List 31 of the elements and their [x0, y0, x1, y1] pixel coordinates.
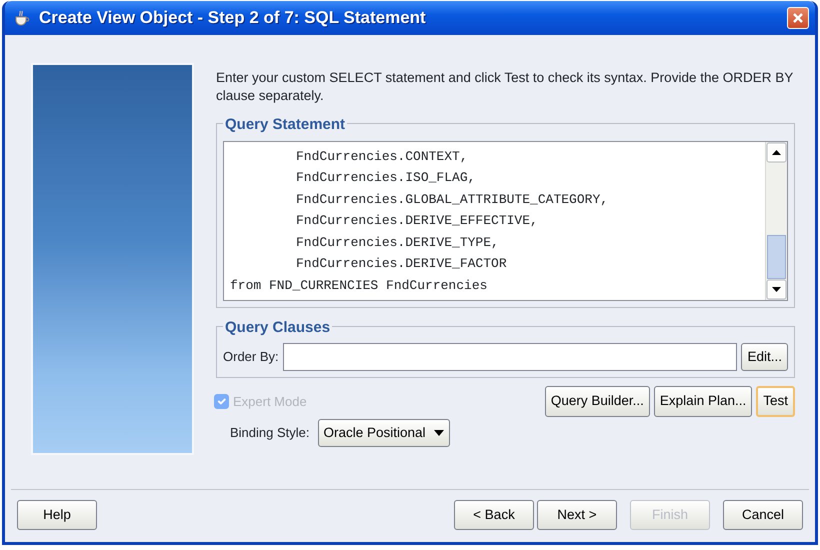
sql-line: FndCurrencies.DERIVE_FACTOR: [295, 255, 508, 273]
scroll-thumb[interactable]: [767, 234, 786, 278]
caret-icon[interactable]: [434, 430, 444, 436]
sql-line: FndCurrencies.DERIVE_EFFECTIVE,: [295, 212, 539, 230]
order-by-field[interactable]: [282, 343, 738, 372]
action-button[interactable]: Test: [756, 386, 795, 416]
scrollbar[interactable]: [765, 142, 787, 300]
edit-button[interactable]: Edit...: [741, 343, 788, 372]
action-button[interactable]: Query Builder...: [544, 386, 650, 416]
sql-line: FndCurrencies.GLOBAL_ATTRIBUTE_CATEGORY,: [295, 190, 610, 208]
sql-line: FndCurrencies.DERIVE_TYPE,: [295, 234, 500, 252]
action-button[interactable]: Explain Plan...: [654, 386, 752, 416]
binding-style-label: Binding Style:: [230, 424, 310, 442]
instruction-text: Enter your custom SELECT statement and click Test to check its syntax. Provide the ORDER BY clause separately.: [216, 69, 794, 105]
binding-style-dropdown[interactable]: Oracle Positional: [318, 418, 450, 447]
wizard-button[interactable]: Next >: [537, 500, 617, 530]
wizard-button[interactable]: < Back: [454, 500, 534, 530]
order-by-label: Order By:: [223, 348, 279, 366]
sql-line: FndCurrencies.CONTEXT,: [295, 148, 469, 166]
wizard-button[interactable]: Cancel: [723, 500, 803, 530]
close-button[interactable]: [787, 7, 809, 29]
sql-line: from FND_CURRENCIES FndCurrencies: [230, 276, 488, 294]
expert-mode-label: Expert Mode: [233, 392, 307, 411]
window-title: Create View Object - Step 2 of 7: SQL Statement: [39, 7, 427, 30]
scroll-up-icon[interactable]: [766, 142, 787, 162]
coffee-cup-icon: [13, 10, 31, 26]
wizard-button[interactable]: Help: [17, 500, 97, 530]
scroll-down-icon[interactable]: [766, 278, 787, 300]
sql-editor[interactable]: [223, 140, 788, 300]
sql-line: FndCurrencies.ISO_FLAG,: [295, 169, 476, 187]
close-icon[interactable]: [792, 12, 804, 24]
